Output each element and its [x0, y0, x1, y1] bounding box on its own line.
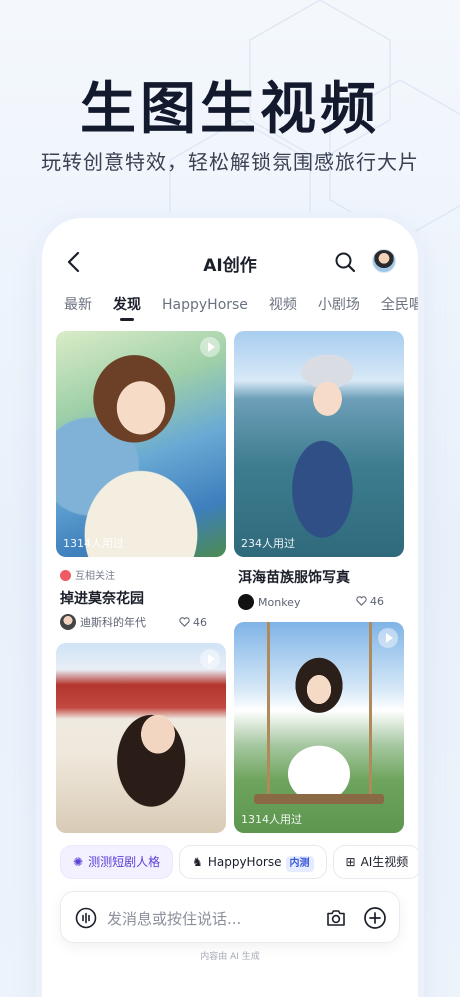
chip-ai-video[interactable]: ⊞ AI生视频 [332, 845, 418, 879]
play-icon[interactable] [200, 337, 220, 357]
tab-video[interactable]: 视频 [269, 295, 297, 324]
search-icon[interactable] [333, 250, 357, 274]
like-count[interactable]: 46 [356, 595, 384, 608]
sparkle-icon: ✺ [73, 855, 84, 869]
user-avatar[interactable] [372, 249, 396, 273]
person-icon [60, 570, 71, 581]
chip-happyhorse[interactable]: ♞ HappyHorse 内测 [179, 845, 327, 879]
tab-latest[interactable]: 最新 [64, 295, 92, 324]
heart-icon [356, 596, 367, 606]
play-icon[interactable] [378, 628, 398, 648]
video-plus-icon: ⊞ [345, 855, 356, 869]
card-title[interactable]: 掉进莫奈花园 [60, 588, 144, 608]
mutual-follow-tag: 互相关注 [60, 567, 115, 582]
usage-count: 1314人用过 [63, 537, 124, 550]
feed-card-potala-palace[interactable] [56, 643, 226, 833]
swing-rope [369, 622, 372, 794]
tab-bar: 最新 发现 HappyHorse 视频 小剧场 全民唱 [64, 294, 418, 324]
card-author[interactable]: Monkey [238, 594, 300, 610]
phone-frame: AI创作 最新 发现 HappyHorse 视频 小剧场 全民唱 1314人用过 234人… [42, 218, 418, 997]
play-icon[interactable] [200, 649, 220, 669]
voice-icon[interactable] [75, 907, 97, 929]
chip-personality-test[interactable]: ✺ 测测短剧人格 [60, 845, 174, 879]
author-name: 迪斯科的年代 [80, 616, 146, 629]
hero-title: 生图生视频 [80, 77, 380, 142]
top-bar: AI创作 [42, 218, 418, 298]
tab-happyhorse[interactable]: HappyHorse [162, 295, 248, 324]
tab-discover[interactable]: 发现 [113, 295, 141, 324]
usage-count: 1314人用过 [241, 813, 302, 826]
author-avatar [238, 594, 254, 610]
author-avatar [60, 614, 76, 630]
message-input-bar[interactable]: 发消息或按住说话... [60, 891, 400, 943]
feed-card-miao-costume[interactable]: 234人用过 [234, 331, 404, 557]
page-title: AI创作 [203, 256, 257, 276]
heart-icon [179, 617, 190, 627]
beta-badge: 内测 [285, 856, 314, 872]
tab-sing[interactable]: 全民唱 [381, 295, 418, 324]
camera-icon[interactable] [325, 907, 347, 929]
swing-seat [254, 794, 384, 804]
card-title[interactable]: 洱海苗族服饰写真 [238, 567, 350, 587]
usage-count: 234人用过 [241, 537, 295, 550]
like-count[interactable]: 46 [179, 616, 207, 629]
swing-rope [267, 622, 270, 794]
ai-disclaimer: 内容由 AI 生成 [200, 952, 260, 962]
feed-card-monet-garden[interactable]: 1314人用过 [56, 331, 226, 557]
feed-card-swing-meadow[interactable]: 1314人用过 [234, 622, 404, 833]
hero-subtitle: 玩转创意特效，轻松解锁氛围感旅行大片 [41, 150, 419, 174]
card-author[interactable]: 迪斯科的年代 [60, 614, 146, 630]
suggestion-chips: ✺ 测测短剧人格 ♞ HappyHorse 内测 ⊞ AI生视频 [60, 845, 418, 881]
plus-icon[interactable] [363, 906, 387, 930]
horse-icon: ♞ [192, 855, 203, 869]
mutual-follow-label: 互相关注 [75, 571, 115, 582]
author-name: Monkey [258, 596, 301, 609]
tab-theater[interactable]: 小剧场 [318, 295, 360, 324]
message-input[interactable]: 发消息或按住说话... [107, 908, 241, 929]
